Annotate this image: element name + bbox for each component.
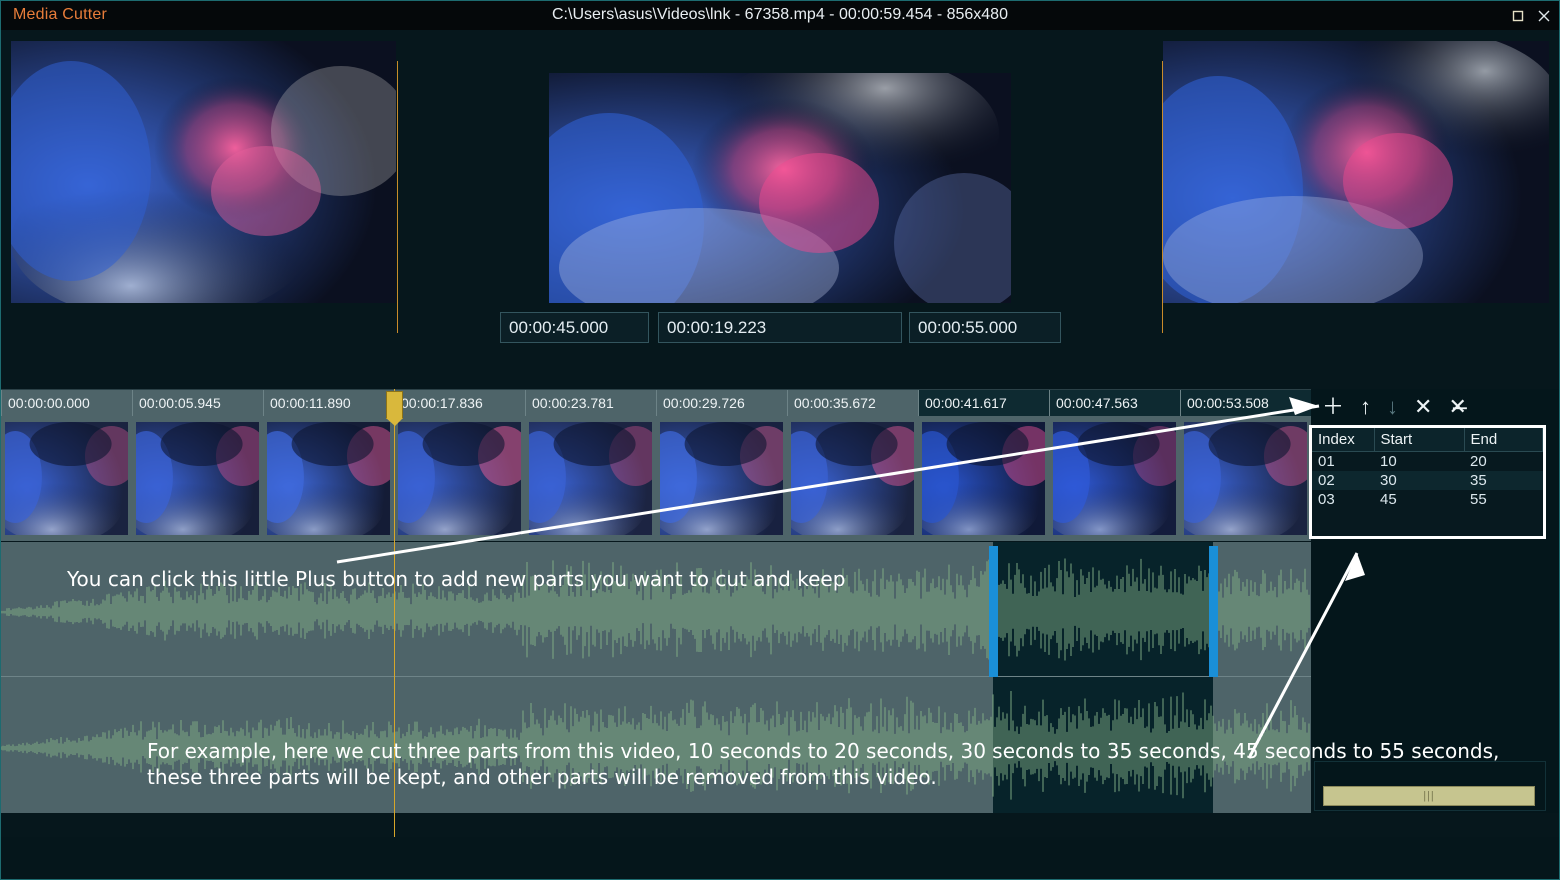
ruler-tick: 00:00:41.617 [918, 390, 1049, 417]
ruler-tick: 00:00:47.563 [1049, 390, 1180, 417]
playhead-line [393, 389, 395, 837]
previous-frame-preview[interactable] [11, 41, 396, 303]
move-down-button[interactable]: ↓ [1387, 396, 1398, 418]
thumbnail-image [398, 422, 521, 535]
waveform-channel-bottom[interactable] [1, 678, 1311, 813]
column-header-index[interactable]: Index [1312, 428, 1375, 452]
waveform-area[interactable] [1, 542, 1311, 813]
ruler-tick: 00:00:05.945 [132, 390, 263, 417]
cell-end: 35 [1464, 471, 1543, 490]
cell-index: 02 [1312, 471, 1374, 490]
thumbnail-image [267, 422, 390, 535]
maximize-icon[interactable] [1511, 9, 1525, 23]
ruler-tick: 00:00:53.508 [1180, 390, 1311, 417]
table-row[interactable]: 01 10 20 [1312, 452, 1543, 472]
document-title: C:\Users\asus\Videos\lnk - 67358.mp4 - 0… [552, 6, 1008, 23]
thumbnail-image [136, 422, 259, 535]
thumbnail-image [660, 422, 783, 535]
waveform-channel-top[interactable] [1, 542, 1311, 677]
thumbnail-image [529, 422, 652, 535]
selection-handle-start[interactable] [988, 546, 998, 677]
end-time-field[interactable]: 00:00:55.000 [909, 312, 1061, 343]
previous-frame-image [11, 41, 396, 303]
thumbnail-image [1184, 422, 1307, 535]
window-controls [1511, 1, 1551, 30]
thumbnail-strip[interactable] [1, 416, 1311, 541]
media-cutter-window: Media Cutter C:\Users\asus\Videos\lnk - … [0, 0, 1560, 880]
thumbnail-frame[interactable] [1053, 422, 1176, 535]
thumbnail-image [922, 422, 1045, 535]
current-frame-preview[interactable] [549, 73, 1011, 303]
playhead-marker[interactable] [385, 391, 403, 426]
waveform-top-graphic [1, 558, 1310, 661]
cell-end: 20 [1470, 453, 1487, 470]
start-time-field[interactable]: 00:00:45.000 [500, 312, 649, 343]
next-frame-image [1163, 41, 1549, 303]
column-header-start[interactable]: Start [1374, 428, 1465, 452]
thumbnail-frame[interactable] [529, 422, 652, 535]
cell-index: 03 [1318, 491, 1335, 508]
thumbnail-frame[interactable] [398, 422, 521, 535]
move-up-button[interactable]: ↑ [1360, 396, 1371, 418]
thumbnail-image [5, 422, 128, 535]
parts-table-header-row: Index Start End [1312, 428, 1543, 452]
current-frame-image [549, 73, 1011, 303]
next-frame-preview[interactable] [1163, 41, 1549, 303]
thumbnail-image [1053, 422, 1176, 535]
bottom-bar: ✓ Show previous and next Frames *Scroll … [1, 837, 1559, 879]
thumbnail-frame[interactable] [267, 422, 390, 535]
thumbnail-frame[interactable] [922, 422, 1045, 535]
thumbnail-frame[interactable] [5, 422, 128, 535]
transport-controls: 00:00:45.000 00:00:19.223 00:00:55.000 S… [1, 303, 1559, 683]
cell-index: 01 [1318, 453, 1335, 470]
cell-start: 30 [1374, 471, 1464, 490]
parts-toolbar: ＋ ↑ ↓ ✕ ✕̶ [1314, 392, 1559, 422]
current-time-field[interactable]: 00:00:19.223 [658, 312, 902, 343]
ruler-tick: 00:00:35.672 [787, 390, 918, 417]
table-row[interactable]: 03 45 55 [1312, 490, 1543, 509]
cell-start: 45 [1380, 491, 1397, 508]
parts-table-container[interactable]: Index Start End 01 10 20 02 30 35 03 45 55 [1309, 425, 1546, 539]
title-bar: Media Cutter C:\Users\asus\Videos\lnk - … [1, 1, 1559, 30]
waveform-bottom-graphic [1, 691, 1310, 800]
thumbnail-frame[interactable] [1184, 422, 1307, 535]
delete-part-button[interactable]: ✕ [1414, 396, 1432, 418]
preview-area [1, 31, 1559, 333]
ruler-tick: 00:00:23.781 [525, 390, 656, 417]
preview-divider-left [397, 61, 398, 333]
ruler-tick: 00:00:29.726 [656, 390, 787, 417]
add-part-button[interactable]: ＋ [1322, 396, 1344, 418]
column-header-end[interactable]: End [1464, 428, 1543, 452]
timeline-ruler[interactable]: 00:00:00.000 00:00:05.945 00:00:11.890 00:0… [1, 389, 1311, 417]
cell-start: 10 [1380, 453, 1397, 470]
ruler-tick: 00:00:00.000 [1, 390, 132, 417]
ruler-tick: 00:00:17.836 [394, 390, 525, 417]
parts-table: Index Start End 01 10 20 02 30 35 03 45 55 [1312, 428, 1543, 509]
timeline-scrollbar-thumb[interactable]: ||| [1323, 786, 1535, 806]
table-row[interactable]: 02 30 35 [1312, 471, 1543, 490]
thumbnail-frame[interactable] [791, 422, 914, 535]
cell-end: 55 [1470, 491, 1487, 508]
ruler-tick: 00:00:11.890 [263, 390, 394, 417]
preview-divider-right [1162, 61, 1163, 333]
selection-handle-end[interactable] [1208, 546, 1218, 677]
thumbnail-frame[interactable] [136, 422, 259, 535]
thumbnail-image [791, 422, 914, 535]
close-icon[interactable] [1537, 9, 1551, 23]
thumbnail-frame[interactable] [660, 422, 783, 535]
delete-all-parts-button[interactable]: ✕̶ [1448, 396, 1466, 418]
